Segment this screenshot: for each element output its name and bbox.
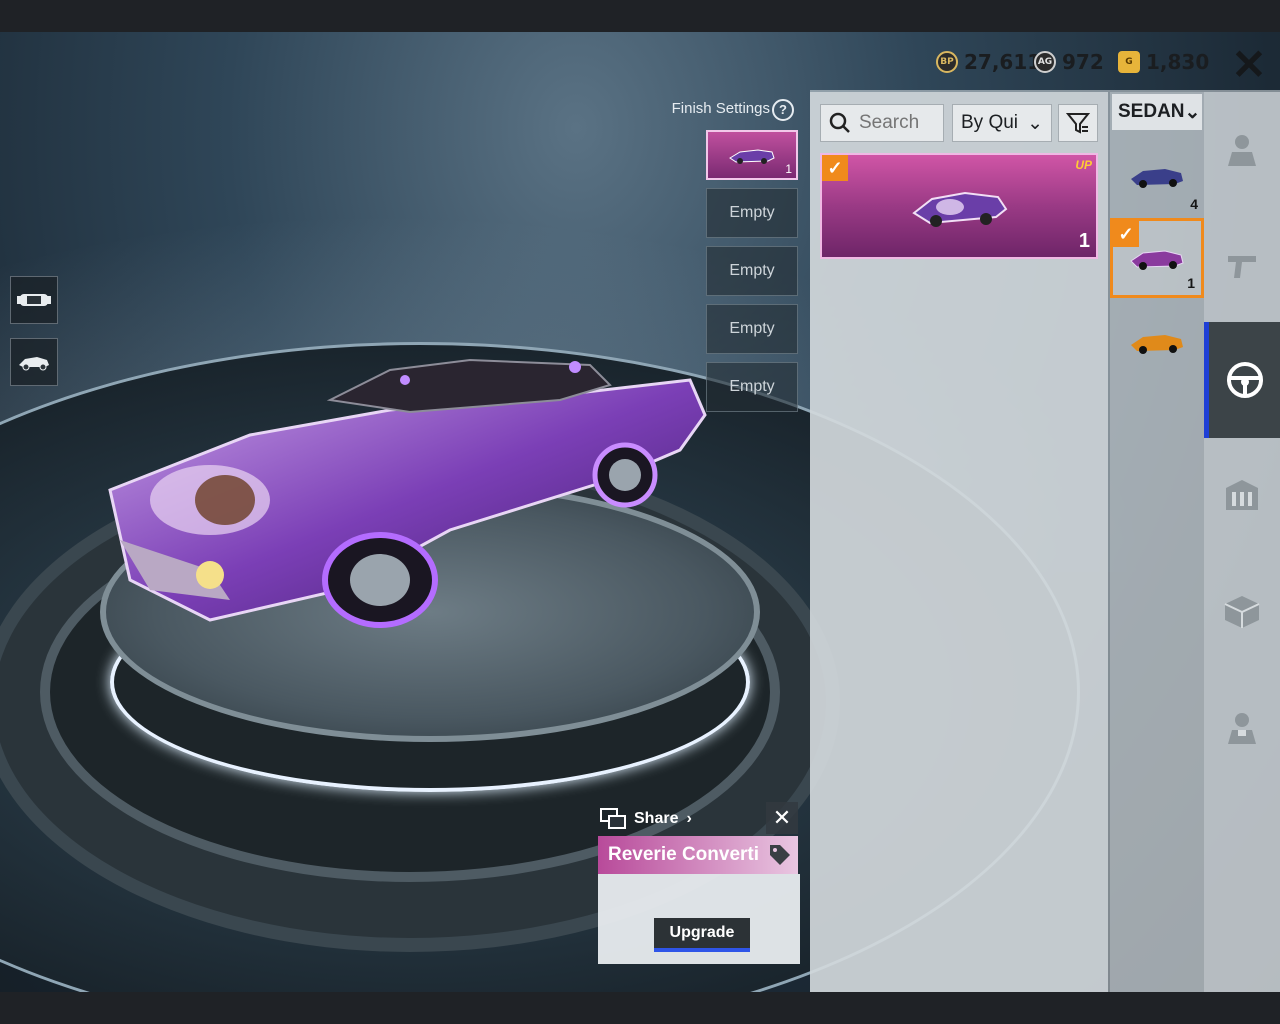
g-currency: G 1,830 bbox=[1118, 48, 1209, 76]
car-thumbnail-icon bbox=[729, 149, 775, 164]
vehicle-item-1[interactable]: 4 bbox=[1110, 136, 1204, 216]
convertible-purple-icon bbox=[1130, 250, 1184, 270]
search-input[interactable] bbox=[859, 112, 939, 134]
crate-icon bbox=[1224, 596, 1260, 628]
gun-icon bbox=[1228, 256, 1256, 278]
tab-buildings[interactable] bbox=[1204, 438, 1280, 554]
sedan-orange-icon bbox=[1131, 335, 1183, 354]
vehicle-view-button[interactable] bbox=[10, 338, 58, 386]
share-button[interactable]: Share › bbox=[600, 806, 692, 832]
finish-slot-3[interactable]: Empty bbox=[706, 246, 798, 296]
tab-vehicles[interactable] bbox=[1204, 322, 1280, 438]
car-front-icon bbox=[17, 294, 51, 306]
search-field[interactable] bbox=[820, 104, 944, 142]
item-name-bar: Reverie Convertib bbox=[598, 836, 798, 874]
vehicle-type-dropdown[interactable]: SEDAN ⌄ bbox=[1112, 94, 1202, 130]
top-letterbox bbox=[0, 0, 1280, 32]
close-icon[interactable]: ✕ bbox=[1226, 42, 1272, 88]
share-icon bbox=[600, 808, 626, 829]
finish-settings-title: Finish Settings bbox=[671, 100, 770, 117]
character-icon bbox=[1228, 713, 1256, 744]
g-amount: 1,830 bbox=[1146, 50, 1210, 74]
view-toggle-button[interactable] bbox=[10, 276, 58, 324]
building-icon bbox=[1226, 480, 1258, 510]
ag-currency: AG 972 bbox=[1034, 48, 1104, 76]
outfit-icon bbox=[1228, 135, 1256, 166]
chevron-down-icon: ⌄ bbox=[1184, 101, 1201, 123]
checkmark-icon: ✓ bbox=[1113, 221, 1139, 247]
item-name: Reverie Convertib bbox=[608, 844, 758, 865]
vehicle-count: 4 bbox=[1190, 196, 1198, 212]
filter-icon bbox=[1066, 113, 1090, 134]
bp-currency: BP 27,611 bbox=[936, 48, 1041, 76]
steering-wheel-icon bbox=[1226, 362, 1263, 398]
bp-amount: 27,611 bbox=[964, 50, 1042, 74]
upgrade-button[interactable]: Upgrade bbox=[654, 918, 750, 952]
skin-count: 1 bbox=[1078, 230, 1090, 252]
convertible-car-model[interactable] bbox=[90, 340, 730, 660]
ag-amount: 972 bbox=[1062, 50, 1104, 74]
car-side-icon bbox=[19, 357, 49, 371]
vehicle-type-label: SEDAN bbox=[1118, 101, 1185, 122]
search-icon bbox=[829, 112, 850, 133]
up-badge: UP bbox=[1075, 158, 1092, 172]
vehicle-item-3[interactable] bbox=[1110, 302, 1204, 382]
filter-button[interactable] bbox=[1058, 104, 1098, 142]
skin-card[interactable]: ✓ UP 1 bbox=[820, 153, 1098, 259]
checkmark-icon: ✓ bbox=[822, 155, 848, 181]
tab-character[interactable] bbox=[1204, 670, 1280, 786]
sort-label: By Qui bbox=[961, 112, 1019, 133]
chevron-right-icon: › bbox=[686, 810, 692, 827]
finish-slot-2[interactable]: Empty bbox=[706, 188, 798, 238]
slot-count: 1 bbox=[785, 162, 792, 176]
finish-slot-1[interactable]: 1 bbox=[706, 130, 798, 180]
vehicle-garage-screen: BP 27,611 AG 972 G 1,830 ✕ Finish Settin… bbox=[0, 0, 1280, 1024]
share-label: Share bbox=[634, 810, 679, 827]
bottom-letterbox bbox=[0, 992, 1280, 1024]
bp-coin-icon: BP bbox=[936, 51, 958, 73]
tab-outfit[interactable] bbox=[1204, 92, 1280, 208]
tab-crates[interactable] bbox=[1204, 554, 1280, 670]
vehicle-count: 1 bbox=[1187, 275, 1195, 291]
finish-slot-4[interactable]: Empty bbox=[706, 304, 798, 354]
vehicle-item-2[interactable]: ✓ 1 bbox=[1110, 218, 1204, 298]
tab-weapons[interactable] bbox=[1204, 208, 1280, 324]
help-icon[interactable]: ? bbox=[772, 99, 794, 121]
popup-close-icon[interactable]: ✕ bbox=[766, 802, 798, 834]
tag-icon[interactable] bbox=[768, 843, 792, 867]
sort-dropdown[interactable]: By Qui ⌄ bbox=[952, 104, 1052, 142]
chevron-down-icon: ⌄ bbox=[1027, 112, 1043, 134]
sedan-blue-icon bbox=[1131, 169, 1183, 188]
g-coin-icon: G bbox=[1118, 51, 1140, 73]
skin-car-preview bbox=[912, 191, 1008, 227]
finish-slot-5[interactable]: Empty bbox=[706, 362, 798, 412]
ag-coin-icon: AG bbox=[1034, 51, 1056, 73]
